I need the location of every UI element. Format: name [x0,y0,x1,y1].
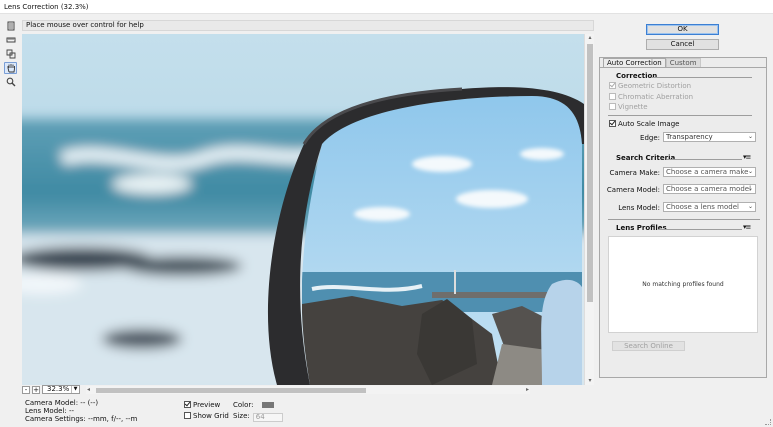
camera-make-select[interactable]: Choose a camera make ⌄ [663,167,756,177]
search-criteria-heading: Search Criteria [616,154,676,162]
zoom-tool-icon[interactable] [4,76,17,88]
lens-profiles-heading: Lens Profiles [616,224,667,232]
tab-divider [600,67,766,68]
zoom-level-field[interactable]: 32.3% ▼ [42,385,80,394]
tab-custom[interactable]: Custom [665,58,701,67]
chromatic-aberration-checkbox[interactable] [609,93,616,100]
camera-info: Camera Model: -- (--) Lens Model: -- Cam… [25,399,137,423]
remove-distortion-tool-icon[interactable] [4,20,17,32]
auto-scale-label: Auto Scale Image [618,120,680,128]
grid-color-label: Color: [233,401,254,409]
no-profiles-message: No matching profiles found [642,281,724,288]
resize-grip-icon[interactable] [765,419,771,425]
geometric-distortion-label: Geometric Distortion [618,82,692,90]
grid-size-label: Size: [233,412,250,420]
auto-scale-checkbox[interactable] [609,120,616,127]
preview-checkbox[interactable] [184,401,191,408]
zoom-level-value: 32.3% [47,385,70,393]
camera-model-value: Choose a camera model [666,185,752,193]
help-bar: Place mouse over control for help [22,20,594,31]
grid-color-swatch[interactable] [261,402,274,408]
camera-model-label: Camera Model: [606,186,660,194]
ok-button[interactable]: OK [646,24,719,35]
chevron-down-icon: ⌄ [747,168,753,175]
chromatic-aberration-label: Chromatic Aberration [618,93,694,101]
lens-profiles-menu-icon[interactable]: ▾≡ [743,223,751,231]
preview-vertical-scrollbar[interactable]: ▴ ▾ [584,34,594,385]
image-preview[interactable] [22,34,584,385]
scroll-up-icon[interactable]: ▴ [585,34,595,42]
grid-options: Color: Size: 64 [233,400,283,422]
zoom-out-button[interactable]: - [22,385,30,394]
correction-separator [608,115,752,116]
lens-model-info: Lens Model: -- [25,407,75,415]
chevron-down-icon: ⌄ [747,185,753,192]
grid-size-field[interactable]: 64 [252,413,283,422]
geometric-distortion-checkbox[interactable] [609,82,616,89]
search-separator [608,219,760,220]
chromatic-aberration-row[interactable]: Chromatic Aberration [609,93,693,101]
lens-profiles-list[interactable]: No matching profiles found [608,236,758,333]
preview-options: Preview Show Grid [184,400,229,422]
straighten-tool-icon[interactable] [4,34,17,46]
camera-settings-info: Camera Settings: --mm, f/--, --m [25,415,138,423]
scroll-down-icon[interactable]: ▾ [585,377,595,385]
lens-model-value: Choose a lens model [666,203,739,211]
correction-heading: Correction [616,72,658,80]
photo-car-mirror-seascape [22,34,584,385]
auto-scale-row[interactable]: Auto Scale Image [609,120,679,128]
edge-select[interactable]: Transparency ⌄ [663,132,756,142]
correction-rule [652,77,752,78]
camera-make-label: Camera Make: [609,169,661,177]
zoom-in-button[interactable]: + [32,385,40,394]
window-title: Lens Correction (32.3%) [0,0,773,14]
scroll-right-icon[interactable]: ▸ [526,386,529,394]
cancel-button[interactable]: Cancel [646,39,719,50]
chevron-down-icon: ⌄ [747,203,753,210]
vignette-label: Vignette [618,103,648,111]
vignette-checkbox[interactable] [609,103,616,110]
search-online-button[interactable]: Search Online [612,341,685,351]
horizontal-scroll-thumb[interactable] [96,387,366,393]
tab-auto-correction[interactable]: Auto Correction [603,58,666,67]
hand-tool-icon[interactable] [4,62,17,74]
geometric-distortion-row[interactable]: Geometric Distortion [609,82,691,90]
scroll-left-icon[interactable]: ◂ [87,386,90,394]
move-grid-tool-icon[interactable] [4,48,17,60]
correction-panel: Auto Correction Custom Correction Geomet… [599,57,767,378]
vertical-scroll-thumb[interactable] [587,44,593,302]
show-grid-checkbox[interactable] [184,412,191,419]
panel-tabs: Auto Correction Custom [603,58,701,67]
camera-model-select[interactable]: Choose a camera model ⌄ [663,184,756,194]
edge-label: Edge: [640,134,660,142]
tool-palette [4,20,18,88]
lens-model-select[interactable]: Choose a lens model ⌄ [663,202,756,212]
vignette-row[interactable]: Vignette [609,103,648,111]
chevron-down-icon[interactable]: ▼ [71,386,79,393]
preview-checkbox-row[interactable]: Preview [184,400,229,411]
lens-model-label: Lens Model: [618,204,660,212]
search-criteria-rule [667,159,742,160]
show-grid-checkbox-row[interactable]: Show Grid [184,411,229,422]
edge-select-value: Transparency [666,133,713,141]
camera-make-value: Choose a camera make [666,168,749,176]
show-grid-label: Show Grid [193,412,229,420]
chevron-down-icon: ⌄ [747,133,753,140]
search-criteria-menu-icon[interactable]: ▾≡ [743,153,751,161]
preview-label: Preview [193,401,221,409]
zoom-bar: - + 32.3% ▼ ◂ ▸ [22,385,594,394]
preview-horizontal-scrollbar[interactable]: ◂ ▸ [86,385,530,394]
camera-model-info: Camera Model: -- (--) [25,399,99,407]
lens-profiles-rule [658,229,742,230]
